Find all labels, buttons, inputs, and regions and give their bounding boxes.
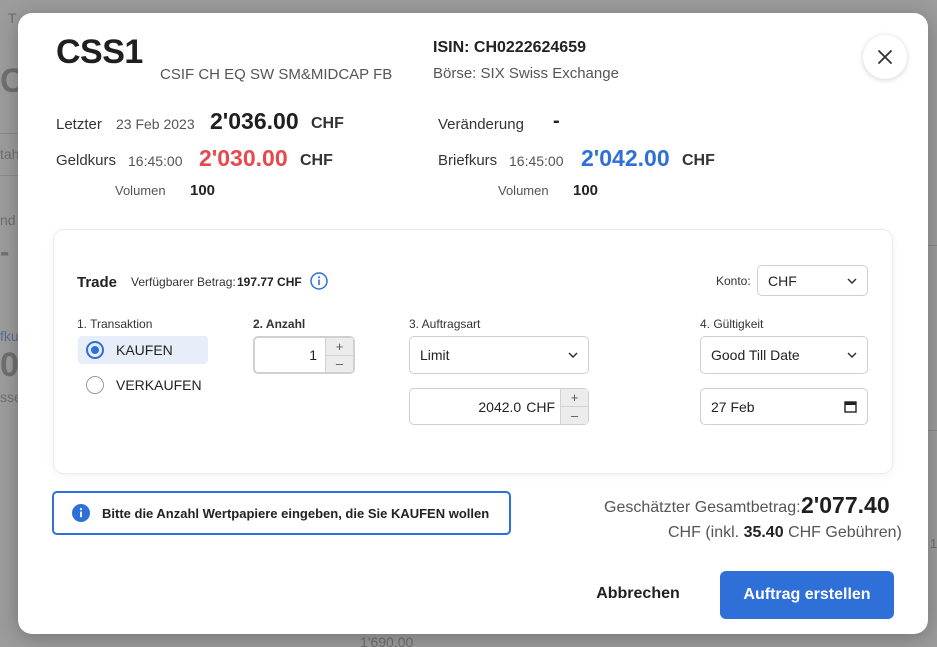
chevron-down-icon xyxy=(847,277,857,284)
account-label: Konto: xyxy=(716,274,751,288)
info-icon[interactable] xyxy=(310,272,328,290)
info-icon xyxy=(72,504,90,522)
order-modal: CSS1 CSIF CH EQ SW SM&MIDCAP FB ISIN: CH… xyxy=(18,13,928,634)
background-text: 1 xyxy=(930,536,937,551)
background-text: T xyxy=(8,10,17,26)
quantity-input[interactable]: 1 xyxy=(255,347,325,363)
sell-label: VERKAUFEN xyxy=(116,377,202,393)
order-type-label: 3. Auftragsart xyxy=(409,317,481,331)
ask-currency: CHF xyxy=(682,152,715,169)
exchange-label: Börse: SIX Swiss Exchange xyxy=(433,65,619,82)
limit-stepper-buttons: + – xyxy=(560,389,588,424)
create-order-button[interactable]: Auftrag erstellen xyxy=(720,571,894,619)
background-text: tah xyxy=(0,146,20,162)
background-divider xyxy=(0,175,18,176)
radio-sell[interactable]: VERKAUFEN xyxy=(78,371,228,399)
order-type-value: Limit xyxy=(420,347,450,363)
bid-price: 2'030.00 xyxy=(199,145,288,171)
background-text: 0 xyxy=(0,346,19,384)
background-divider xyxy=(0,133,18,134)
info-banner: Bitte die Anzahl Wertpapiere eingeben, d… xyxy=(52,491,511,535)
last-currency: CHF xyxy=(311,115,344,132)
change-value: - xyxy=(553,110,560,132)
background-text: fku xyxy=(0,328,19,344)
validity-date-input[interactable]: 27 Feb xyxy=(700,388,868,425)
ask-label: Briefkurs xyxy=(438,152,498,169)
close-button[interactable] xyxy=(863,35,907,79)
increment-button[interactable]: + xyxy=(326,338,353,355)
available-amount: 197.77 CHF xyxy=(237,275,302,289)
available-label: Verfügbarer Betrag: xyxy=(131,275,236,289)
bid-label: Geldkurs xyxy=(56,152,117,169)
ask-volume: 100 xyxy=(573,182,599,199)
account-value: CHF xyxy=(768,272,797,289)
bid-time: 16:45:00 xyxy=(128,153,183,169)
quantity-stepper[interactable]: 1 + – xyxy=(253,336,355,374)
bid-currency: CHF xyxy=(300,152,333,169)
calendar-icon[interactable] xyxy=(844,400,857,413)
ask-time: 16:45:00 xyxy=(509,153,564,169)
fee-prefix: CHF (inkl. xyxy=(668,524,740,541)
background-divider xyxy=(928,245,937,246)
last-date: 23 Feb 2023 xyxy=(116,116,195,132)
background-text: nd xyxy=(0,212,16,228)
chevron-down-icon xyxy=(847,352,857,358)
trade-title: Trade xyxy=(77,274,118,291)
fee-suffix: CHF Gebühren) xyxy=(788,524,902,541)
radio-unchecked-icon xyxy=(86,376,104,394)
validity-date: 27 Feb xyxy=(711,398,755,415)
validity-value: Good Till Date xyxy=(711,347,800,363)
limit-price-field[interactable]: 2042.0 CHF + – xyxy=(409,388,589,425)
background-text: - xyxy=(0,236,10,267)
bid-volume: 100 xyxy=(190,182,216,199)
last-price: 2'036.00 xyxy=(210,108,299,134)
fee-value: 35.40 xyxy=(743,524,784,541)
cancel-button[interactable]: Abbrechen xyxy=(586,571,690,617)
buy-label: KAUFEN xyxy=(116,342,173,358)
background-divider xyxy=(928,430,937,431)
transaction-label: 1. Transaktion xyxy=(77,317,153,331)
decrement-button[interactable]: – xyxy=(326,354,353,373)
order-type-select[interactable]: Limit xyxy=(409,336,589,374)
increment-button[interactable]: + xyxy=(561,389,588,406)
limit-price-input[interactable]: 2042.0 xyxy=(410,399,526,415)
radio-checked-icon xyxy=(86,341,104,359)
close-icon xyxy=(878,50,892,64)
isin-label: ISIN: CH0222624659 xyxy=(433,39,586,56)
last-label: Letzter xyxy=(56,116,102,133)
bid-volume-label: Volumen xyxy=(115,183,166,198)
radio-buy[interactable]: KAUFEN xyxy=(78,336,208,364)
chevron-down-icon xyxy=(568,352,578,358)
fee-line: CHF (inkl. 35.40 CHF Gebühren) xyxy=(668,524,902,542)
quantity-label: 2. Anzahl xyxy=(253,317,306,331)
account-select[interactable]: CHF xyxy=(757,265,868,296)
ticker-symbol: CSS1 xyxy=(56,33,143,71)
limit-currency: CHF xyxy=(526,398,555,415)
trade-card: Trade Verfügbarer Betrag: 197.77 CHF Kon… xyxy=(54,230,892,473)
validity-label: 4. Gültigkeit xyxy=(700,317,764,331)
change-label: Veränderung xyxy=(438,116,524,133)
ask-price: 2'042.00 xyxy=(581,145,670,171)
security-name: CSIF CH EQ SW SM&MIDCAP FB xyxy=(160,66,393,83)
ask-volume-label: Volumen xyxy=(498,183,549,198)
total-label: Geschätzter Gesamtbetrag: xyxy=(604,499,801,516)
info-message: Bitte die Anzahl Wertpapiere eingeben, d… xyxy=(102,505,490,521)
background-text: 1'690.00 xyxy=(360,634,414,647)
total-value: 2'077.40 xyxy=(801,492,890,518)
validity-select[interactable]: Good Till Date xyxy=(700,336,868,374)
decrement-button[interactable]: – xyxy=(561,406,588,424)
quantity-stepper-buttons: + – xyxy=(325,338,353,372)
